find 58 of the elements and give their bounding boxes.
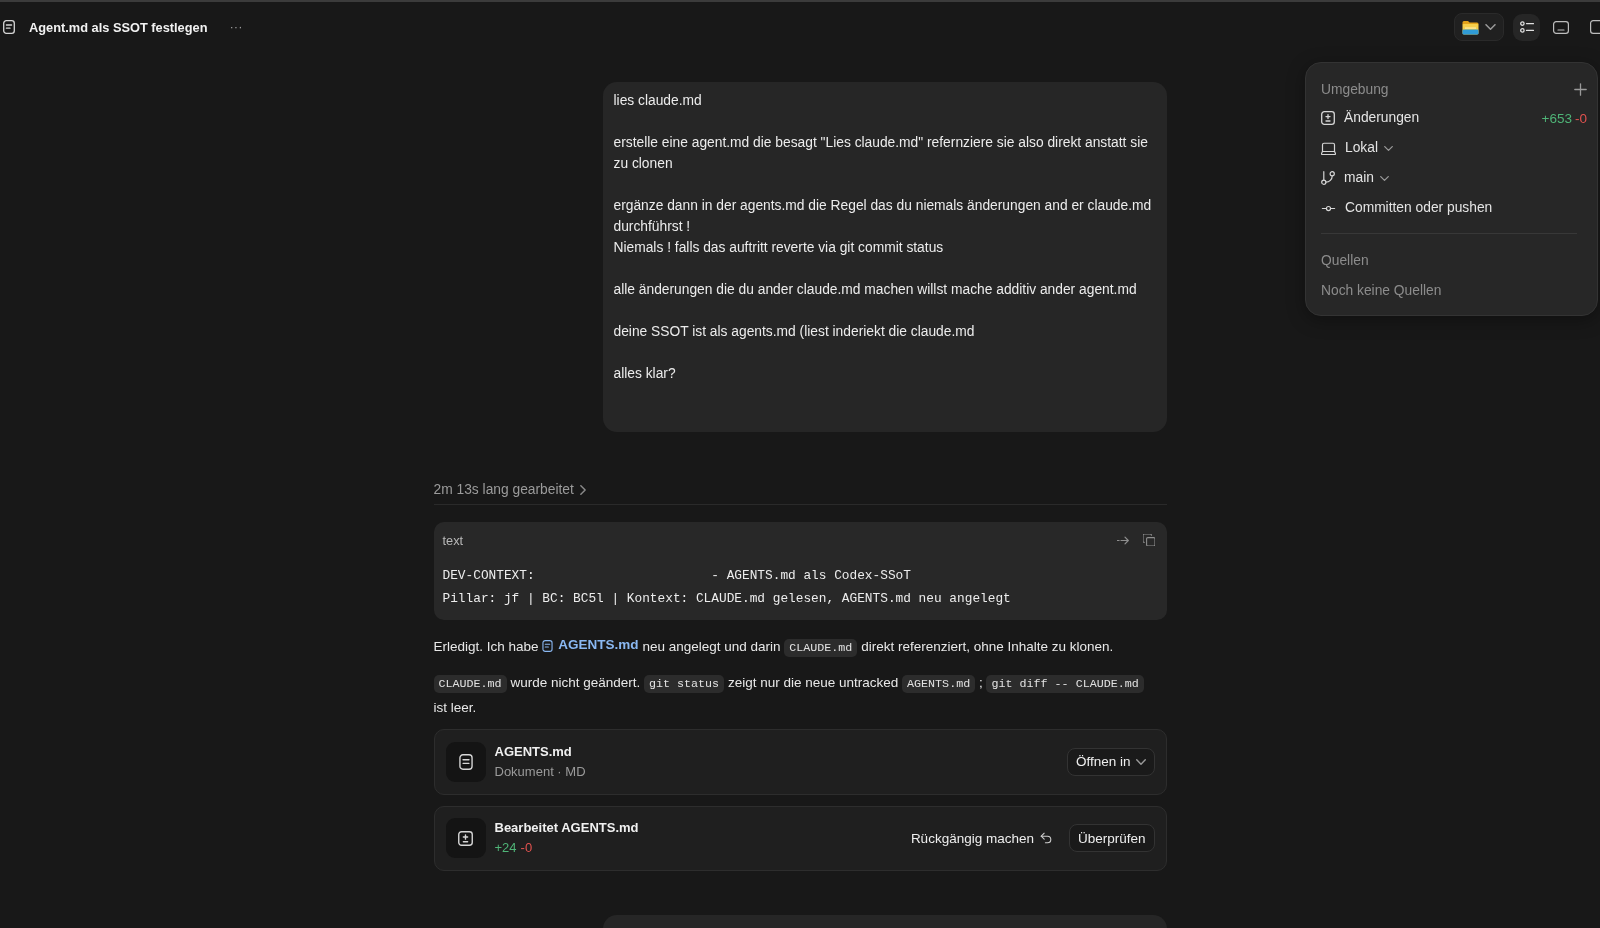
git-branch-icon (1321, 171, 1335, 185)
panel-item[interactable]: main (1321, 168, 1389, 188)
removed-count: -0 (1575, 110, 1587, 126)
git-commit-icon (1321, 203, 1336, 213)
open-in-button[interactable]: Öffnen in (1066, 747, 1155, 776)
inline-code: CLAUDE.md (433, 674, 507, 693)
folder-icon (1462, 19, 1479, 35)
chevron-down-icon (1135, 758, 1146, 765)
code-line: Pillar: jf | BC: BC5l | Kontext: CLAUDE.md gelesen, AGENTS.md neu angelegt (442, 590, 1012, 608)
empty-state-text: Noch keine Quellen (1321, 282, 1442, 298)
panel-bottom-icon (1553, 20, 1569, 34)
copy-button[interactable] (1142, 534, 1155, 546)
panel-item[interactable]: Änderungen (1321, 108, 1420, 128)
file-meta: Dokument · MD (494, 762, 586, 781)
removed-count: -0 (520, 839, 533, 857)
section-title: Quellen (1321, 252, 1369, 268)
message-text: CLAUDE.md wurde nicht geändert. git status zeigt nur die neue untracked AGENTS.md ; git diff -- CLAUDE.md ist leer. (433, 670, 1167, 719)
document-icon (542, 639, 554, 652)
panel-item[interactable]: Committen oder pushen (1321, 198, 1493, 218)
panel-toggle-button[interactable] (1553, 20, 1569, 34)
list-icon (1519, 21, 1534, 33)
laptop-icon (1321, 140, 1336, 156)
inline-code: CLAUDE.md (784, 638, 858, 657)
arrow-right-icon (1116, 535, 1129, 545)
document-icon (445, 741, 486, 782)
document-icon (3, 20, 15, 34)
undo-icon (1039, 832, 1052, 844)
edit-title: Bearbeitet AGENTS.md (494, 819, 639, 837)
folder-dropdown-button[interactable] (1454, 13, 1504, 41)
code-language-label: text (442, 532, 464, 548)
inline-code: git status (644, 674, 725, 693)
section-title: Umgebung (1321, 81, 1389, 97)
message-text: Erledigt. Ich habe AGENTS.md neu angelegt und darin CLAUDE.md direkt referenziert, ohne Inhalte zu klonen. (433, 633, 1167, 660)
added-count: +24 (494, 839, 517, 857)
diff-icon (445, 818, 486, 858)
more-button[interactable]: ··· (225, 18, 247, 36)
review-button[interactable]: Überprüfen (1068, 824, 1155, 852)
added-count: +653 (1541, 110, 1572, 126)
file-link[interactable]: AGENTS.md (542, 633, 639, 656)
file-name: AGENTS.md (494, 742, 573, 761)
code-line: DEV-CONTEXT: - AGENTS.md als Codex-SSoT (442, 567, 912, 585)
inline-code: git diff -- CLAUDE.md (986, 674, 1144, 693)
copy-icon (1142, 534, 1155, 546)
undo-button[interactable]: Rückgängig machen (910, 830, 1052, 846)
inline-code: AGENTS.md (902, 674, 976, 693)
chevron-down-icon (1379, 175, 1389, 181)
user-message: lies claude.md erstelle eine agent.md die besagt "Lies claude.md" refernziere sie also direkt anstatt sie zu clonen ergänze dann in der agents.md die Regel das du niemals änderungen and er claude.md durchführst ! Niemals ! falls das auftritt reverte via git commit status alle änderungen die du ander claude.md machen willst mache additiv ander agent.md deine SSOT ist als agents.md (liest inderiekt die claude.md alles klar? (602, 82, 1167, 432)
list-button[interactable] (1513, 13, 1540, 41)
panel-icon[interactable] (1590, 20, 1600, 34)
work-summary-toggle[interactable]: 2m 13s lang gearbeitet (433, 480, 586, 500)
plus-icon (1574, 82, 1587, 96)
wrap-button[interactable] (1116, 535, 1129, 545)
chat-title: Agent.md als SSOT festlegen (29, 19, 208, 35)
chevron-down-icon (1384, 145, 1393, 151)
chevron-down-icon (1485, 24, 1496, 30)
add-button[interactable] (1574, 82, 1587, 96)
diff-icon (1321, 111, 1335, 125)
panel-item[interactable]: Lokal (1321, 138, 1393, 158)
